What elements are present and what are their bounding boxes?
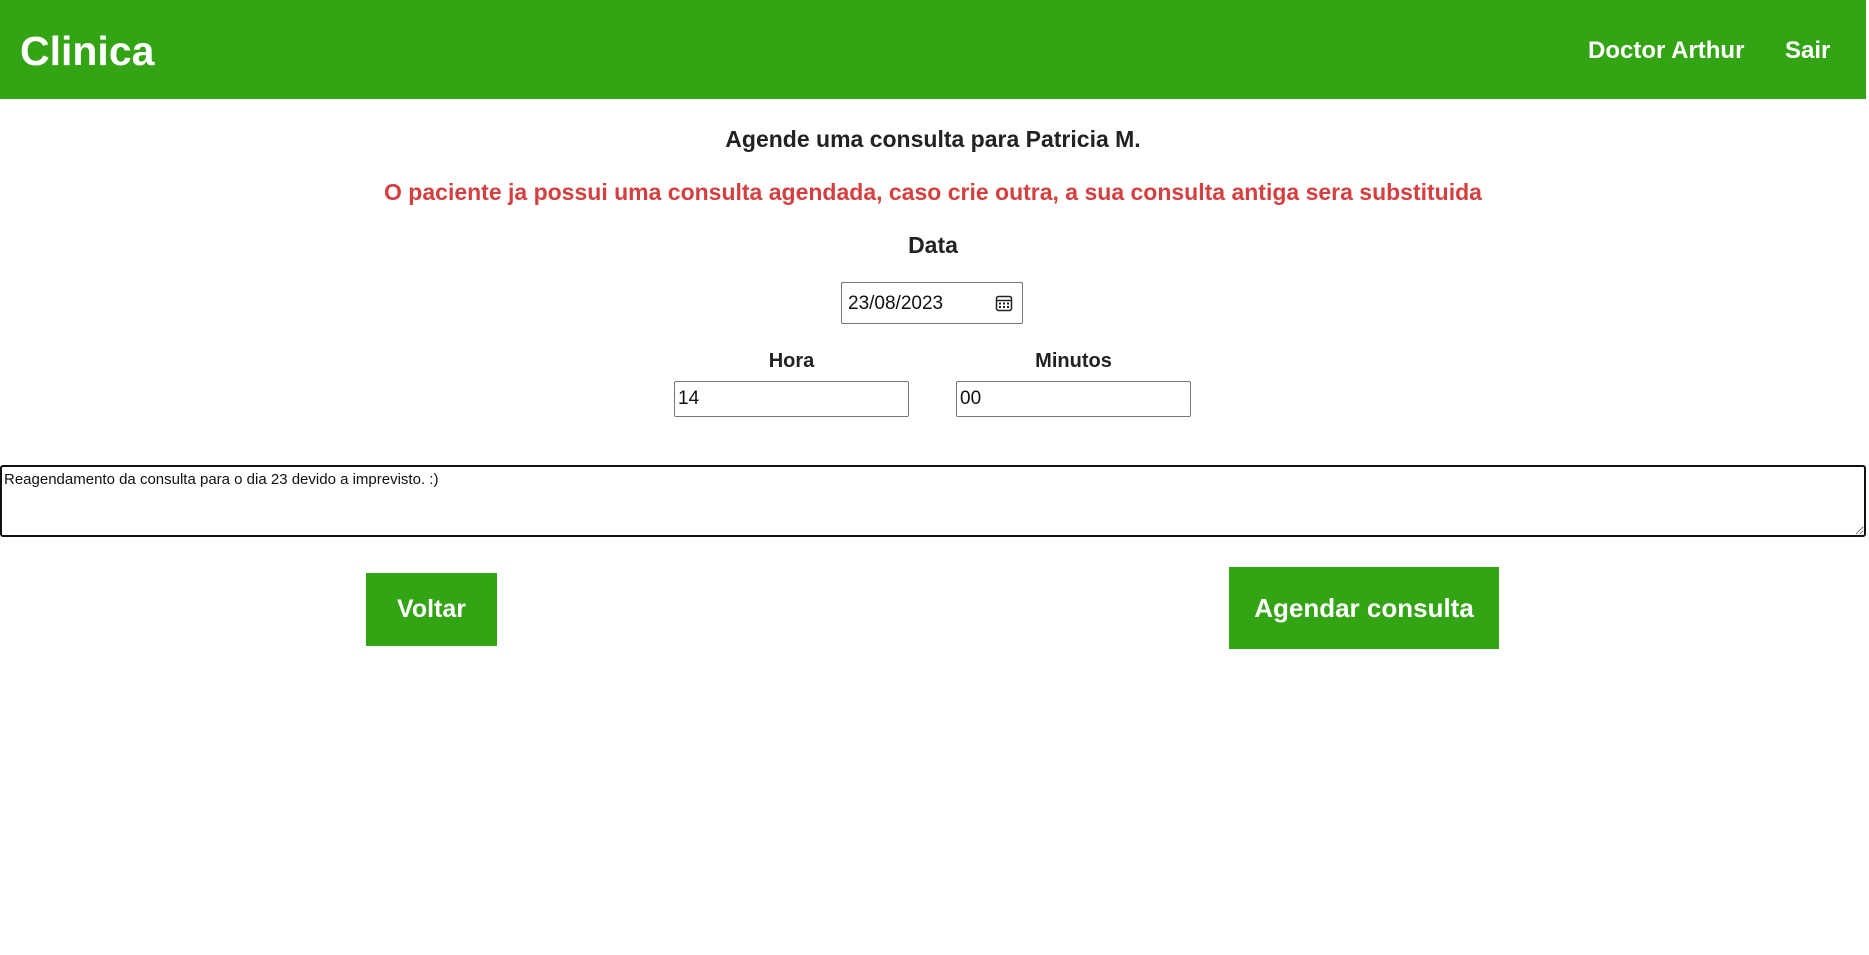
page: Clinica Doctor Arthur Sair Agende uma co…: [0, 0, 1866, 955]
date-value: 23/08/2023: [848, 293, 944, 314]
page-title: Agende uma consulta para Patricia M.: [725, 126, 1141, 152]
warning-message: O paciente ja possui uma consulta agenda…: [384, 179, 1482, 205]
top-navbar: Clinica Doctor Arthur Sair: [0, 0, 1866, 99]
brand-logo[interactable]: Clinica: [20, 28, 154, 74]
notes-textarea[interactable]: Reagendamento da consulta para o dia 23 …: [0, 465, 1866, 537]
minutes-input[interactable]: [956, 381, 1191, 417]
user-name: Doctor Arthur: [1588, 37, 1745, 64]
schedule-button[interactable]: Agendar consulta: [1229, 567, 1499, 649]
minutes-label: Minutos: [1035, 350, 1112, 372]
date-input[interactable]: 23/08/2023: [841, 282, 1023, 324]
calendar-icon[interactable]: [995, 294, 1013, 312]
date-label: Data: [908, 232, 958, 258]
hour-label: Hora: [768, 350, 815, 372]
logout-link[interactable]: Sair: [1785, 36, 1830, 66]
hour-input[interactable]: [674, 381, 909, 417]
back-button[interactable]: Voltar: [366, 573, 497, 646]
